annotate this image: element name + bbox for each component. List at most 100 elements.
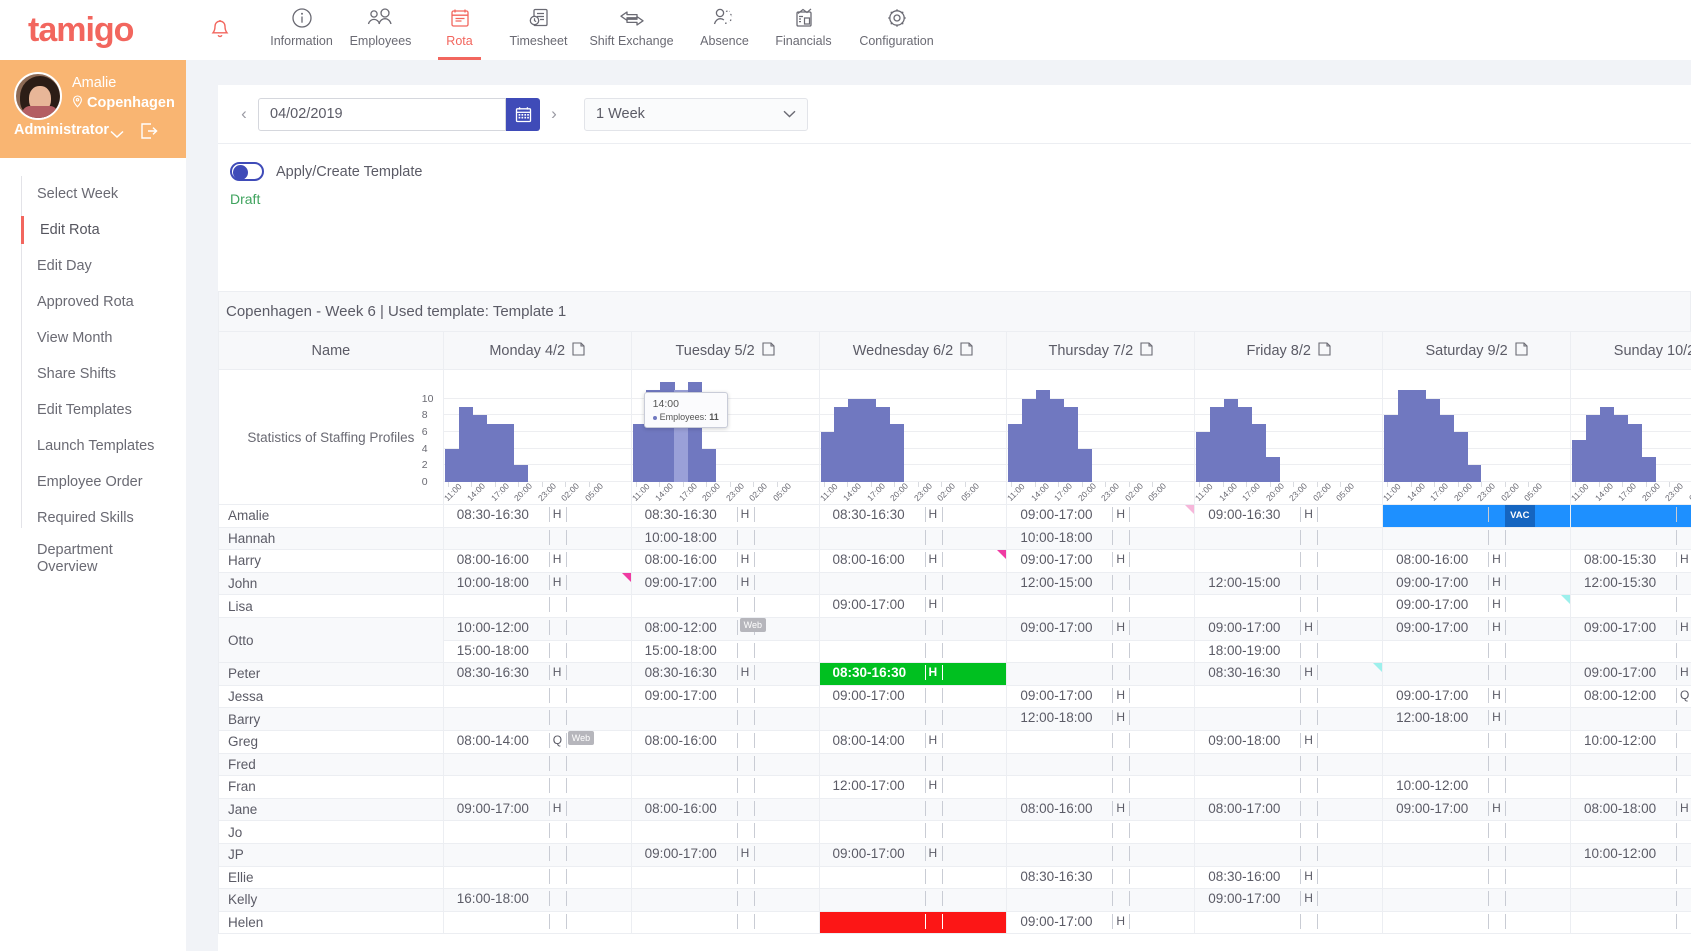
- table-row[interactable]: Ellie08:30-16:3008:30-16:00H: [219, 866, 1691, 889]
- chart-bar[interactable]: [445, 449, 459, 482]
- chart-bar[interactable]: [500, 424, 514, 482]
- table-row[interactable]: Helen09:00-17:00H: [219, 911, 1691, 934]
- shift-cell[interactable]: [443, 753, 631, 776]
- chart-bar[interactable]: [1412, 390, 1426, 482]
- table-row[interactable]: Fred: [219, 753, 1691, 776]
- table-row[interactable]: Barry12:00-18:00H12:00-18:00H: [219, 708, 1691, 731]
- shift-cell[interactable]: 08:30-16:30H: [631, 505, 819, 528]
- shift-cell[interactable]: [1571, 527, 1691, 550]
- shift-cell[interactable]: 10:00-12:00: [1383, 776, 1571, 799]
- shift-cell[interactable]: 09:00-17:00H: [1383, 685, 1571, 708]
- shift-cell[interactable]: [1571, 595, 1691, 618]
- chart-bar[interactable]: [1036, 390, 1050, 482]
- nav-item-absence[interactable]: Absence: [685, 0, 764, 60]
- nav-item-configuration[interactable]: Configuration: [843, 0, 950, 60]
- chart-bar[interactable]: [1238, 407, 1252, 482]
- chart-bar[interactable]: [1627, 424, 1641, 482]
- chart-bar[interactable]: [1022, 399, 1036, 482]
- shift-cell[interactable]: [1007, 843, 1195, 866]
- note-icon[interactable]: [762, 342, 775, 360]
- shift-cell[interactable]: [1571, 866, 1691, 889]
- table-row[interactable]: Harry08:00-16:00H08:00-16:00H08:00-16:00…: [219, 550, 1691, 573]
- next-week-button[interactable]: ›: [540, 104, 568, 124]
- shift-cell[interactable]: [819, 866, 1007, 889]
- shift-cell[interactable]: [819, 798, 1007, 821]
- shift-cell[interactable]: 10:00-12:00: [443, 617, 631, 640]
- shift-cell[interactable]: 09:00-17:00H: [1383, 617, 1571, 640]
- shift-cell[interactable]: 10:00-18:00: [1007, 527, 1195, 550]
- chart-bar[interactable]: [848, 399, 862, 482]
- table-row[interactable]: JP09:00-17:00H09:00-17:00H10:00-12:00: [219, 843, 1691, 866]
- shift-cell[interactable]: [443, 821, 631, 844]
- chart-bar[interactable]: [1252, 424, 1266, 482]
- nav-item-employees[interactable]: Employees: [341, 0, 420, 60]
- chart-bar[interactable]: [1210, 407, 1224, 482]
- shift-cell[interactable]: [819, 911, 1007, 934]
- chart-bar[interactable]: [459, 407, 473, 482]
- table-row[interactable]: Jane09:00-17:00H08:00-16:0008:00-16:00H0…: [219, 798, 1691, 821]
- shift-cell[interactable]: 12:00-15:00: [1007, 572, 1195, 595]
- shift-cell[interactable]: [1195, 595, 1383, 618]
- logout-icon[interactable]: [140, 122, 158, 145]
- shift-cell[interactable]: [1195, 843, 1383, 866]
- shift-cell[interactable]: [443, 527, 631, 550]
- table-row[interactable]: Fran12:00-17:00H10:00-12:00: [219, 776, 1691, 799]
- shift-cell[interactable]: [443, 708, 631, 731]
- shift-cell[interactable]: 16:00-18:00: [443, 889, 631, 912]
- sidebar-item-approved-rota[interactable]: Approved Rota: [0, 284, 186, 320]
- note-icon[interactable]: [1515, 342, 1528, 360]
- shift-cell[interactable]: 09:00-18:00H: [1195, 730, 1383, 753]
- shift-cell[interactable]: [1195, 753, 1383, 776]
- shift-cell[interactable]: [631, 595, 819, 618]
- shift-cell[interactable]: 09:00-17:00: [631, 685, 819, 708]
- shift-cell[interactable]: 09:00-17:00H: [1007, 550, 1195, 573]
- shift-cell[interactable]: V: [1571, 505, 1691, 528]
- shift-cell[interactable]: [1007, 753, 1195, 776]
- staffing-chart-thursday[interactable]: 11:0014:0017:0020:0023:0002:0005:00: [1007, 370, 1195, 505]
- shift-cell[interactable]: 08:00-12:00Web: [631, 617, 819, 640]
- note-icon[interactable]: [1140, 342, 1153, 360]
- table-row[interactable]: Amalie08:30-16:30H08:30-16:30H08:30-16:3…: [219, 505, 1691, 528]
- shift-cell[interactable]: [443, 776, 631, 799]
- shift-cell[interactable]: [819, 753, 1007, 776]
- column-header-saturday[interactable]: Saturday 9/2: [1383, 332, 1571, 370]
- calendar-picker-button[interactable]: [506, 98, 540, 131]
- shift-cell[interactable]: 08:00-17:00: [1195, 798, 1383, 821]
- shift-cell[interactable]: 08:00-15:30H: [1571, 550, 1691, 573]
- sidebar-item-edit-day[interactable]: Edit Day: [0, 248, 186, 284]
- shift-cell[interactable]: 15:00-18:00: [631, 640, 819, 663]
- chart-bar[interactable]: [1453, 432, 1467, 482]
- chart-bar[interactable]: [1224, 399, 1238, 482]
- shift-cell[interactable]: 09:00-17:00H: [631, 572, 819, 595]
- nav-item-financials[interactable]: Financials: [764, 0, 843, 60]
- table-row[interactable]: Jessa09:00-17:0009:00-17:0009:00-17:00H0…: [219, 685, 1691, 708]
- shift-cell[interactable]: [1195, 527, 1383, 550]
- shift-cell[interactable]: [443, 685, 631, 708]
- staffing-chart-wednesday[interactable]: 11:0014:0017:0020:0023:0002:0005:00: [819, 370, 1007, 505]
- chart-bar[interactable]: [514, 465, 528, 482]
- shift-cell[interactable]: [1571, 776, 1691, 799]
- shift-cell[interactable]: 09:00-17:00H: [1571, 663, 1691, 686]
- nav-item-information[interactable]: Information: [262, 0, 341, 60]
- shift-cell[interactable]: 10:00-18:00: [631, 527, 819, 550]
- shift-cell[interactable]: [819, 821, 1007, 844]
- shift-cell[interactable]: [631, 708, 819, 731]
- shift-cell[interactable]: [1383, 730, 1571, 753]
- shift-cell[interactable]: 12:00-15:00: [1195, 572, 1383, 595]
- shift-cell[interactable]: 09:00-17:00H: [443, 798, 631, 821]
- staffing-chart-saturday[interactable]: 11:0014:0017:0020:0023:0002:0005:00: [1383, 370, 1571, 505]
- note-icon[interactable]: [572, 342, 585, 360]
- shift-cell[interactable]: [1383, 889, 1571, 912]
- shift-cell[interactable]: [1571, 911, 1691, 934]
- staffing-chart-friday[interactable]: 11:0014:0017:0020:0023:0002:0005:00: [1195, 370, 1383, 505]
- shift-cell[interactable]: [631, 866, 819, 889]
- shift-cell[interactable]: 18:00-19:00: [1195, 640, 1383, 663]
- chart-bar[interactable]: [1078, 449, 1092, 482]
- date-input[interactable]: 04/02/2019: [258, 98, 506, 131]
- shift-cell[interactable]: [819, 617, 1007, 640]
- staffing-chart-monday[interactable]: 024681011:0014:0017:0020:0023:0002:0005:…: [443, 370, 631, 505]
- shift-cell[interactable]: 09:00-17:00H: [1383, 572, 1571, 595]
- chart-bar[interactable]: [1572, 440, 1586, 482]
- shift-cell[interactable]: 09:00-17:00H: [819, 843, 1007, 866]
- shift-cell[interactable]: [631, 889, 819, 912]
